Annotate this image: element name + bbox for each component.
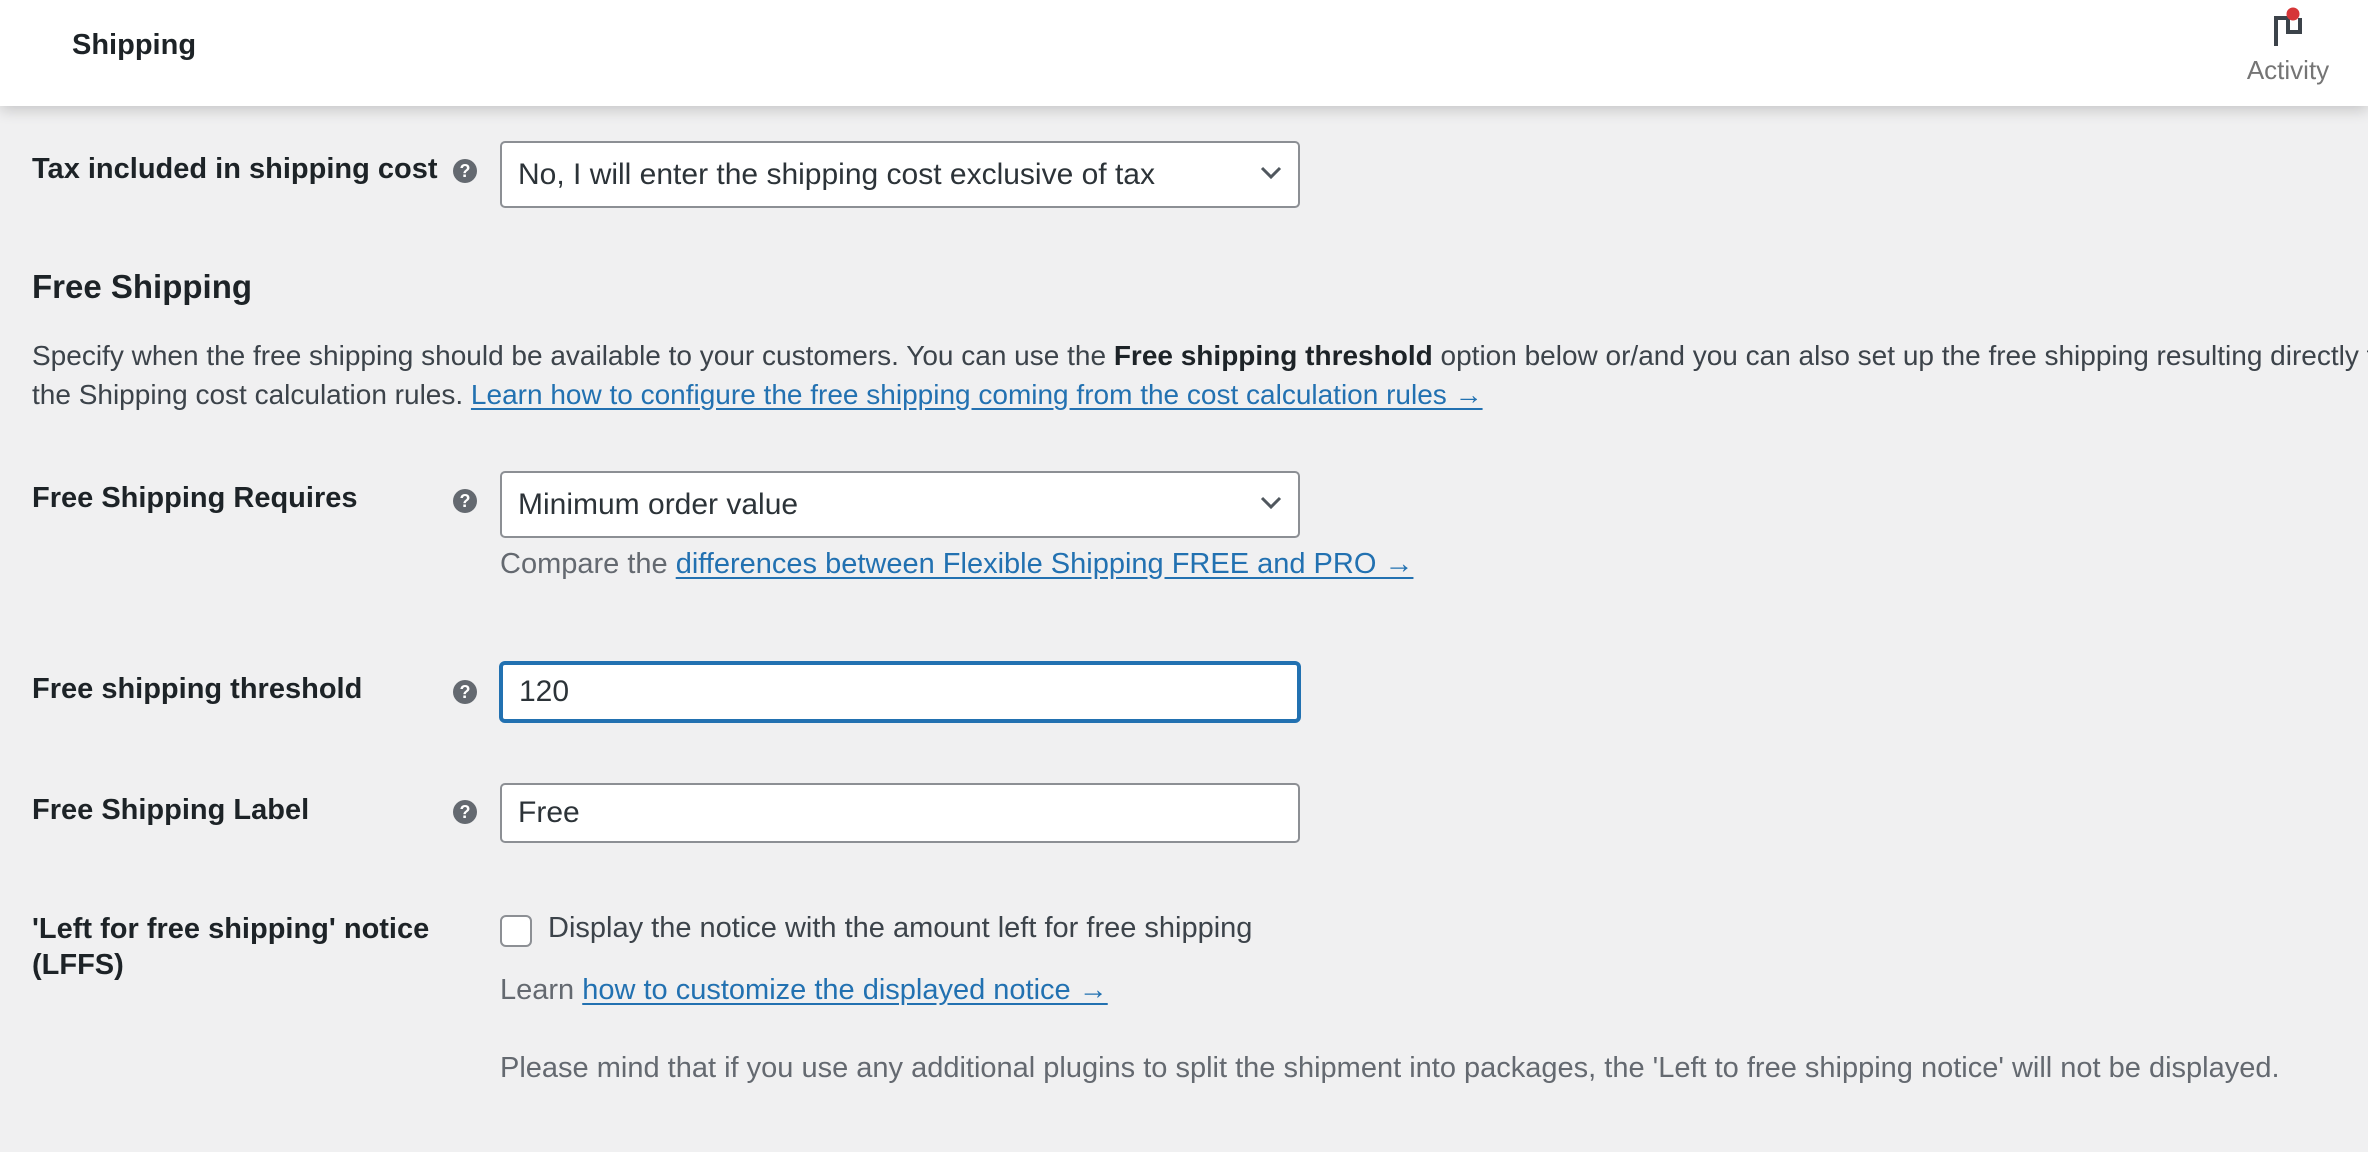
help-icon[interactable]: ? (453, 680, 477, 704)
lffs-label-line2: (LFFS) (32, 949, 124, 981)
threshold-input[interactable]: 120 (500, 662, 1300, 722)
compare-versions-link[interactable]: differences between Flexible Shipping FR… (676, 548, 1414, 580)
page-title: Shipping (72, 29, 197, 61)
lffs-label-line1: 'Left for free shipping' notice (32, 913, 430, 945)
description-text: Specify when the free shipping should be… (32, 340, 1114, 371)
tax-select-value: No, I will enter the shipping cost exclu… (518, 157, 1155, 191)
configure-free-shipping-link[interactable]: Learn how to configure the free shipping… (471, 379, 1483, 410)
notification-badge (2286, 7, 2300, 21)
requires-label: Free Shipping Requires (32, 482, 358, 514)
chevron-down-icon (1260, 166, 1282, 180)
help-icon[interactable]: ? (453, 489, 477, 513)
threshold-value: 120 (519, 675, 570, 708)
section-title: Free Shipping (32, 268, 253, 305)
tax-select[interactable]: No, I will enter the shipping cost exclu… (500, 141, 1300, 208)
threshold-label: Free shipping threshold (32, 673, 363, 705)
shipping-label-label: Free Shipping Label (32, 794, 310, 826)
help-icon[interactable]: ? (453, 159, 477, 183)
top-bar: Shipping Activity (0, 0, 2368, 106)
requires-select[interactable]: Minimum order value (500, 471, 1300, 538)
requires-select-value: Minimum order value (518, 487, 799, 521)
activity-button[interactable]: Activity (2232, 0, 2344, 100)
help-icon[interactable]: ? (453, 800, 477, 824)
flag-icon (2274, 7, 2302, 46)
learn-text: Learn (500, 974, 583, 1006)
lffs-label: 'Left for free shipping' notice (LFFS) (32, 911, 429, 983)
shipping-label-input[interactable]: Free (500, 783, 1300, 843)
lffs-checkbox-label[interactable]: Display the notice with the amount left … (548, 912, 1252, 945)
settings-form: Tax included in shipping cost ? No, I wi… (0, 106, 2368, 1152)
lffs-checkbox[interactable] (500, 915, 532, 947)
compare-text: Compare the (500, 548, 676, 580)
section-description: Specify when the free shipping should be… (32, 336, 2368, 414)
compare-note: Compare the differences between Flexible… (500, 548, 1413, 581)
description-bold: Free shipping threshold (1113, 340, 1433, 371)
chevron-down-icon (1260, 496, 1282, 510)
activity-label: Activity (2246, 55, 2330, 85)
lffs-learn-note: Learn how to customize the displayed not… (500, 974, 1108, 1007)
shipping-label-value: Free (518, 796, 580, 829)
tax-label: Tax included in shipping cost (32, 153, 438, 185)
customize-notice-link[interactable]: how to customize the displayed notice → (582, 974, 1108, 1006)
lffs-warning-note: Please mind that if you use any addition… (500, 1052, 2280, 1084)
